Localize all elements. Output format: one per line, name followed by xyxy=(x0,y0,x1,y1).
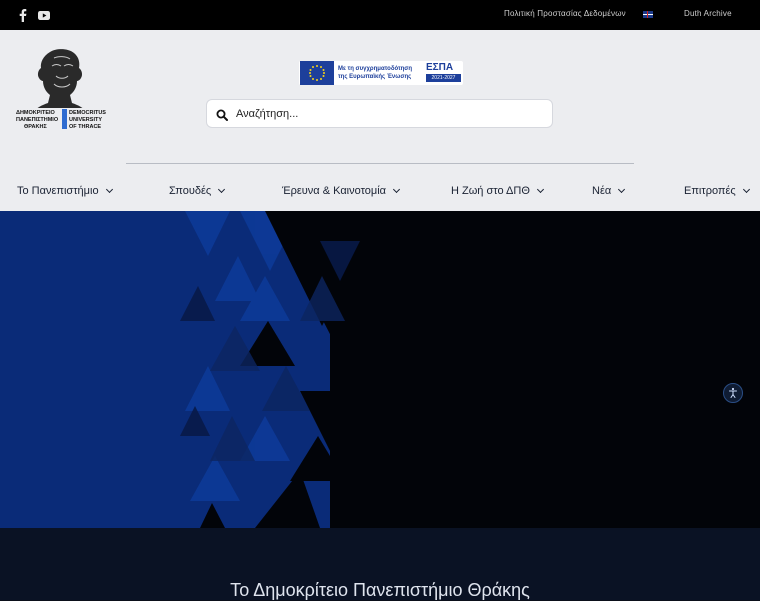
about-section: Το Δημοκρίτειο Πανεπιστήμιο Θράκης xyxy=(0,528,760,600)
header-divider xyxy=(126,163,634,164)
hero-banner xyxy=(0,211,760,528)
chevron-down-icon xyxy=(618,185,626,194)
nav-item-studies[interactable]: Σπουδές xyxy=(169,185,226,197)
nav-item-university[interactable]: Το Πανεπιστήμιο xyxy=(17,185,113,197)
english-flag-icon[interactable] xyxy=(643,11,653,18)
site-header: ΔΗΜΟΚΡΙΤΕΙΟ ΠΑΝΕΠΙΣΤΗΜΙΟ ΘΡΑΚΗΣ DEMOCRIT… xyxy=(0,30,760,211)
svg-text:UNIVERSITY: UNIVERSITY xyxy=(69,117,102,123)
nav-item-committees[interactable]: Επιτροπές xyxy=(684,185,750,197)
nav-item-label: Σπουδές xyxy=(169,185,212,197)
youtube-icon[interactable] xyxy=(37,8,51,22)
nav-item-label: Η Ζωή στο ΔΠΘ xyxy=(451,185,530,197)
search-input[interactable]: Αναζήτηση... xyxy=(206,99,553,128)
accessibility-icon[interactable] xyxy=(723,383,743,403)
espa-banner[interactable]: Με τη συγχρηματοδότηση της Ευρωπαϊκής Έν… xyxy=(299,61,463,85)
section-title: Το Δημοκρίτειο Πανεπιστήμιο Θράκης xyxy=(230,580,530,600)
duth-archive-link[interactable]: Duth Archive xyxy=(684,9,732,18)
svg-text:ΔΗΜΟΚΡΙΤΕΙΟ: ΔΗΜΟΚΡΙΤΕΙΟ xyxy=(16,110,56,116)
nav-item-news[interactable]: Νέα xyxy=(592,185,626,197)
search-placeholder: Αναζήτηση... xyxy=(236,108,299,120)
facebook-icon[interactable] xyxy=(16,8,30,22)
svg-text:DEMOCRITUS: DEMOCRITUS xyxy=(69,110,106,116)
chevron-down-icon xyxy=(218,185,226,194)
search-icon[interactable] xyxy=(216,108,228,121)
nav-item-label: Επιτροπές xyxy=(684,185,736,197)
nav-item-label: Έρευνα & Καινοτομία xyxy=(282,185,387,197)
chevron-down-icon xyxy=(742,185,750,194)
espa-brand: ΕΣΠΑ xyxy=(426,62,454,73)
svg-text:OF THRACE: OF THRACE xyxy=(69,124,101,130)
espa-line-1: Με τη συγχρηματοδότηση xyxy=(338,66,413,72)
nav-item-research[interactable]: Έρευνα & Καινοτομία xyxy=(282,185,401,197)
hero-triangle-pattern xyxy=(0,211,760,528)
top-bar: Πολιτική Προστασίας Δεδομένων Duth Archi… xyxy=(0,0,760,30)
svg-text:ΘΡΑΚΗΣ: ΘΡΑΚΗΣ xyxy=(24,124,47,130)
university-logo[interactable]: ΔΗΜΟΚΡΙΤΕΙΟ ΠΑΝΕΠΙΣΤΗΜΙΟ ΘΡΑΚΗΣ DEMOCRIT… xyxy=(14,48,110,134)
svg-text:ΠΑΝΕΠΙΣΤΗΜΙΟ: ΠΑΝΕΠΙΣΤΗΜΙΟ xyxy=(16,117,59,123)
chevron-down-icon xyxy=(392,185,401,194)
espa-line-2: της Ευρωπαϊκής Ένωσης xyxy=(338,74,412,80)
main-nav: Το Πανεπιστήμιο Σπουδές Έρευνα & Καινοτο… xyxy=(0,185,760,201)
eu-flag-icon xyxy=(300,61,334,85)
chevron-down-icon xyxy=(536,185,544,194)
privacy-policy-link[interactable]: Πολιτική Προστασίας Δεδομένων xyxy=(504,9,626,18)
nav-item-label: Το Πανεπιστήμιο xyxy=(17,185,99,197)
espa-years: 2021-2027 xyxy=(426,74,461,82)
nav-item-campus-life[interactable]: Η Ζωή στο ΔΠΘ xyxy=(451,185,544,197)
nav-item-label: Νέα xyxy=(592,185,612,197)
chevron-down-icon xyxy=(105,185,113,194)
